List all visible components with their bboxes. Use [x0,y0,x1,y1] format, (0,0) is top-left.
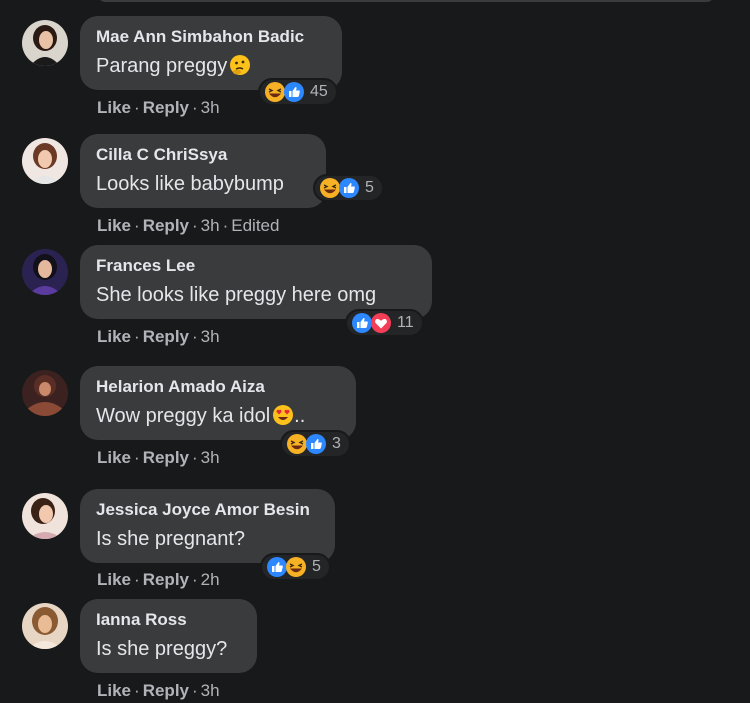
reply-button[interactable]: Reply [143,327,189,346]
comment-author[interactable]: Jessica Joyce Amor Besin [96,499,319,521]
previous-comment-bubble [96,0,716,2]
comment-text: Parang preggy [96,52,326,80]
reaction-summary[interactable]: 3 [280,430,351,458]
comment-text: Looks like babybump [96,173,284,195]
reaction-count: 5 [312,558,321,575]
edited-label[interactable]: Edited [231,216,279,235]
comment-timestamp[interactable]: 3h [201,327,220,346]
comment-timestamp[interactable]: 3h [201,448,220,467]
like-button[interactable]: Like [97,216,131,235]
comment-text: Wow preggy ka idol.. [96,402,340,430]
reply-button[interactable]: Reply [143,216,189,235]
comment-timestamp[interactable]: 3h [201,98,220,117]
like-button[interactable]: Like [97,448,131,467]
avatar[interactable] [22,370,68,416]
avatar[interactable] [22,20,68,66]
reply-button[interactable]: Reply [143,448,189,467]
reply-button[interactable]: Reply [143,98,189,117]
comment-bubble: Ianna Ross Is she preggy? [80,599,257,673]
comment-timestamp[interactable]: 3h [201,216,220,235]
reaction-count: 5 [365,179,374,196]
like-button[interactable]: Like [97,98,131,117]
avatar[interactable] [22,138,68,184]
comment-bubble: Helarion Amado Aiza Wow preggy ka idol.. [80,366,356,440]
comment-author[interactable]: Cilla C ChriSsya [96,144,310,166]
comment-bubble: Jessica Joyce Amor Besin Is she pregnant… [80,489,335,563]
comment-text-content: Wow preggy ka idol [96,405,271,427]
comment-text: She looks like preggy here omg [96,284,377,306]
avatar[interactable] [22,493,68,539]
comment-actions: Like · Reply · 3h · Edited [97,216,280,235]
like-button[interactable]: Like [97,570,131,589]
comment-text-content: Parang preggy [96,55,228,77]
comment-bubble: Frances Lee She looks like preggy here o… [80,245,432,319]
comment-actions: Like · Reply · 3h [97,98,220,117]
comment-text-suffix: .. [294,405,306,427]
comment-actions: Like · Reply · 2h [97,570,220,589]
heart-eyes-face-icon [272,404,294,426]
haha-reaction-icon [285,556,307,578]
avatar[interactable] [22,249,68,295]
reaction-summary[interactable]: 5 [260,553,331,581]
reply-button[interactable]: Reply [143,570,189,589]
like-button[interactable]: Like [97,681,131,700]
comment-author[interactable]: Ianna Ross [96,609,241,631]
comment-author[interactable]: Frances Lee [96,255,416,277]
reaction-count: 45 [310,83,328,100]
comment-timestamp[interactable]: 3h [201,681,220,700]
reaction-count: 3 [332,435,341,452]
love-reaction-icon [370,312,392,334]
comment-actions: Like · Reply · 3h [97,448,220,467]
reply-button[interactable]: Reply [143,681,189,700]
reaction-count: 11 [397,314,414,331]
reaction-summary[interactable]: 5 [313,174,384,202]
reaction-summary[interactable]: 11 [345,309,424,337]
comment-timestamp[interactable]: 2h [201,570,220,589]
comment-actions: Like · Reply · 3h [97,327,220,346]
comment-text: Is she pregnant? [96,528,245,550]
comment-author[interactable]: Helarion Amado Aiza [96,376,340,398]
like-reaction-icon [338,177,360,199]
like-reaction-icon [283,81,305,103]
like-button[interactable]: Like [97,327,131,346]
thinking-face-icon [229,54,251,76]
comment-author[interactable]: Mae Ann Simbahon Badic [96,26,326,48]
comment-actions: Like · Reply · 3h [97,681,220,700]
avatar[interactable] [22,603,68,649]
like-reaction-icon [305,433,327,455]
reaction-summary[interactable]: 45 [258,78,338,106]
comment-text: Is she preggy? [96,638,228,660]
comment-bubble: Cilla C ChriSsya Looks like babybump [80,134,326,208]
